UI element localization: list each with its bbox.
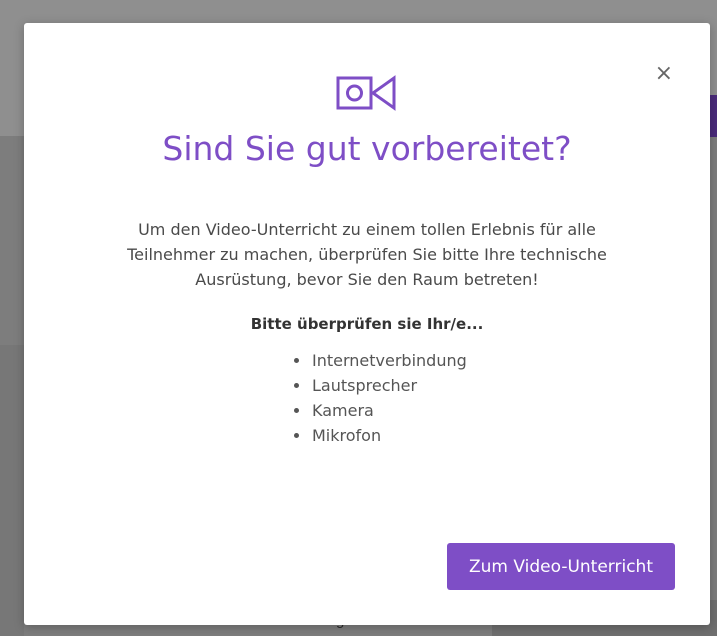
checklist-heading: Bitte überprüfen sie Ihr/e... bbox=[250, 315, 484, 333]
checklist: Internetverbindung Lautsprecher Kamera M… bbox=[290, 348, 467, 448]
background-panel bbox=[0, 345, 24, 636]
close-button[interactable]: × bbox=[655, 63, 673, 85]
intro-text: Um den Video-Unterricht zu einem tollen … bbox=[127, 220, 607, 289]
list-item: Internetverbindung bbox=[290, 348, 467, 373]
video-camera-icon bbox=[336, 75, 396, 111]
modal-title: Sind Sie gut vorbereitet? bbox=[162, 129, 572, 168]
start-video-lesson-button[interactable]: Zum Video-Unterricht bbox=[447, 543, 675, 590]
list-item: Mikrofon bbox=[290, 423, 467, 448]
list-item: Kamera bbox=[290, 398, 467, 423]
list-item: Lautsprecher bbox=[290, 373, 467, 398]
preparation-modal: × Sind Sie gut vorbereitet? Um den Video… bbox=[24, 23, 710, 625]
